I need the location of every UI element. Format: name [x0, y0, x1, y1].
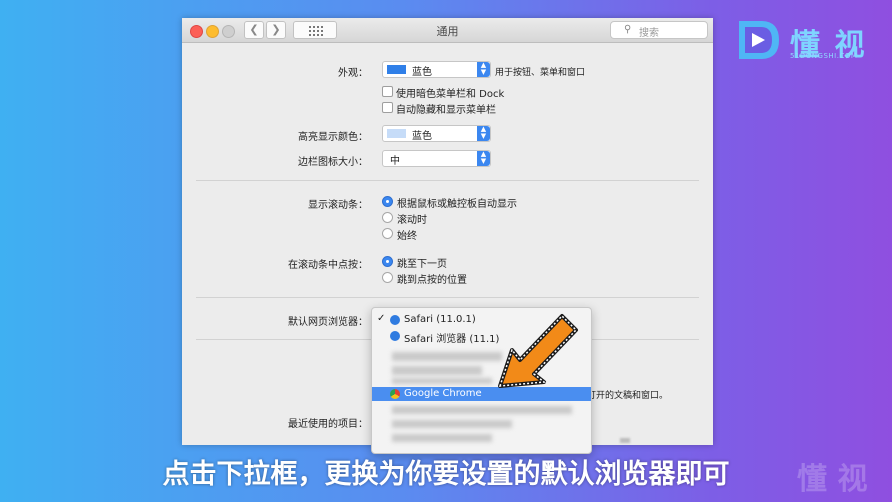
- safari-icon: [390, 331, 400, 341]
- safari-icon: [390, 315, 400, 325]
- highlight-color-value: 蓝色: [412, 131, 432, 142]
- jump-to-spot-label: 跳到点按的位置: [397, 275, 467, 286]
- caption-text: 点击下拉框，更换为你要设置的默认浏览器即可: [162, 459, 730, 490]
- pointer-arrow-annotation: [498, 314, 578, 388]
- recent-items-label: 最近使用的项目：: [288, 419, 368, 430]
- scrollbars-scrolling-radio[interactable]: [382, 212, 393, 223]
- scrollbars-always-radio[interactable]: [382, 228, 393, 239]
- dark-menu-label: 使用暗色菜单栏和 Dock: [396, 89, 505, 100]
- scrollbars-auto-radio[interactable]: [382, 196, 393, 207]
- autohide-menu-label: 自动隐藏和显示菜单栏: [396, 105, 496, 116]
- dark-menu-checkbox[interactable]: [382, 86, 393, 97]
- highlight-color-label: 高亮显示颜色：: [298, 132, 368, 143]
- popup-arrows-icon: ▲ ▼: [477, 151, 490, 166]
- recent-items-partial-text: [620, 438, 630, 443]
- blurred-menu-item: [392, 434, 492, 442]
- search-field[interactable]: ⚲ 搜索: [610, 21, 708, 39]
- jump-next-page-label: 跳至下一页: [397, 259, 447, 270]
- search-placeholder: 搜索: [639, 28, 659, 39]
- show-scrollbars-label: 显示滚动条：: [308, 200, 368, 211]
- watermark: 懂 视: [797, 462, 868, 497]
- scrollbars-scrolling-label: 滚动时: [397, 215, 427, 226]
- play-logo-icon: [739, 21, 779, 59]
- color-swatch: [387, 65, 406, 74]
- appearance-value: 蓝色: [412, 67, 432, 78]
- scrollbars-auto-label: 根据鼠标或触控板自动显示: [397, 199, 517, 210]
- search-icon: ⚲: [624, 24, 632, 35]
- title-bar: ❮ ❯ 通用 ⚲ 搜索: [182, 18, 713, 43]
- blurred-menu-item: [392, 378, 492, 384]
- menu-item-label: Safari (11.0.1): [404, 314, 476, 325]
- checkmark-icon: ✓: [377, 313, 386, 324]
- sidebar-icon-size-value: 中: [390, 156, 400, 167]
- popup-arrows-icon: ▲ ▼: [477, 126, 490, 141]
- blurred-menu-item: [392, 406, 572, 414]
- blurred-menu-item: [392, 366, 482, 375]
- highlight-color-popup[interactable]: 蓝色 ▲ ▼: [382, 125, 491, 142]
- sidebar-icon-size-label: 边栏图标大小：: [298, 157, 368, 168]
- chrome-icon: [390, 389, 400, 399]
- blurred-menu-item: [392, 352, 502, 361]
- logo-subtext: 51DONGSHI.COM: [790, 52, 858, 60]
- appearance-label: 外观：: [338, 68, 368, 79]
- menu-item-label: Google Chrome: [404, 388, 482, 399]
- sidebar-icon-size-popup[interactable]: 中 ▲ ▼: [382, 150, 491, 167]
- divider: [196, 297, 699, 298]
- jump-next-page-radio[interactable]: [382, 256, 393, 267]
- menu-item-label: Safari 浏览器 (11.1): [404, 334, 500, 345]
- scrollbars-always-label: 始终: [397, 231, 417, 242]
- jump-to-spot-radio[interactable]: [382, 272, 393, 283]
- blurred-menu-item: [392, 420, 512, 428]
- popup-arrows-icon: ▲ ▼: [477, 62, 490, 77]
- appearance-note: 用于按钮、菜单和窗口: [495, 68, 586, 78]
- color-swatch: [387, 129, 406, 138]
- documents-windows-text: 打开的文稿和窗口。: [587, 391, 669, 401]
- divider: [196, 180, 699, 181]
- appearance-popup[interactable]: 蓝色 ▲ ▼: [382, 61, 491, 78]
- scroll-click-label: 在滚动条中点按：: [288, 260, 368, 271]
- default-browser-label: 默认网页浏览器：: [288, 317, 368, 328]
- autohide-menu-checkbox[interactable]: [382, 102, 393, 113]
